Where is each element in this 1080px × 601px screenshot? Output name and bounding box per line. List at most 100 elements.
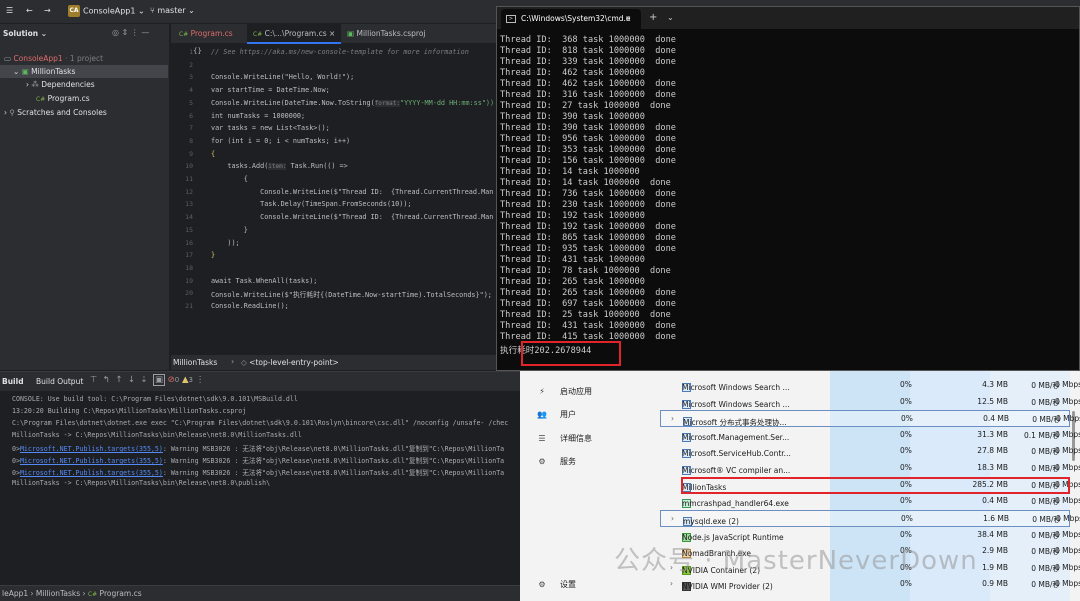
line-number: 1 — [189, 48, 193, 56]
chevron-down-icon: ⌄ — [13, 67, 20, 76]
filter-icon[interactable]: ⊤ — [90, 375, 97, 385]
minimize-icon[interactable]: — — [141, 28, 149, 37]
process-row[interactable]: Microsoft.Management.Ser... 0% 31.3 MB 0… — [660, 427, 1080, 444]
services-icon: ⚙ — [538, 457, 546, 466]
process-row[interactable]: › Microsoft 分布式事务处理协... 0% 0.4 MB 0 MB/秒… — [660, 410, 1080, 427]
down-icon[interactable]: ↓ — [128, 375, 135, 385]
code-line: )); — [211, 238, 240, 247]
code-line: Console.WriteLine("Hello, World!"); — [211, 73, 355, 82]
tree-item-program-cs[interactable]: C# Program.cs — [0, 92, 168, 105]
collapse-icon[interactable]: ⇕ — [122, 28, 129, 37]
warning-link[interactable]: Microsoft.NET.Publish.targets(355,5) — [20, 469, 163, 477]
process-row[interactable]: mmcrashpad_handler64.exe 0% 0.4 MB 0 MB/… — [660, 493, 1080, 510]
stop-icon[interactable]: ▣ — [152, 374, 165, 386]
parameter-hint: format: — [374, 99, 400, 107]
cmd-title-bar: > C:\Windows\System32\cmd.e × + ⌄ — [497, 7, 1079, 29]
csharp-file-icon: C# — [179, 31, 189, 38]
console-line: Thread ID: 353 task 1000000 done — [500, 145, 676, 155]
chevron-down-icon[interactable]: ⌄ — [667, 13, 674, 22]
console-line: Thread ID: 27 task 1000000 done — [500, 101, 671, 111]
code-line: { — [211, 149, 216, 158]
build-output[interactable]: CONSOLE: Use build tool: C:\Program File… — [0, 391, 520, 585]
solution-header[interactable]: Solution ⌄ — [3, 29, 47, 38]
locate-icon[interactable]: ◎ — [112, 28, 119, 37]
process-row[interactable]: Microsoft® VC compiler an... 0% 18.3 MB … — [660, 460, 1080, 477]
solution-toolbar: ◎ ⇕ ⋮ — — [112, 28, 149, 37]
chevron-right-icon[interactable]: › — [671, 414, 674, 423]
console-line: Thread ID: 316 task 1000000 done — [500, 90, 676, 100]
back-arrow-icon[interactable]: ← — [26, 6, 33, 15]
error-icon[interactable]: ⊘ — [168, 375, 175, 385]
console-line: Thread ID: 390 task 1000000 — [500, 112, 645, 122]
warning-link[interactable]: Microsoft.NET.Publish.targets(355,5) — [20, 445, 163, 453]
build-toolbar: ⊤ ↰ ↑ ↓ ⇣ ▣ ⊘0 ▲3 ⋮ — [90, 374, 205, 386]
csharp-file-icon: C# — [36, 96, 46, 103]
chevron-right-icon[interactable]: › — [670, 579, 673, 588]
cmd-window[interactable]: > C:\Windows\System32\cmd.e × + ⌄ Thread… — [496, 6, 1080, 371]
nav-startup-apps[interactable]: ⚡ 启动应用 — [534, 386, 592, 397]
scroll-icon[interactable]: ⇣ — [140, 375, 147, 385]
code-line: Console.WriteLine($"Thread ID: {Thread.C… — [211, 213, 494, 222]
nav-services[interactable]: ⚙ 服务 — [534, 456, 576, 467]
more-icon[interactable]: ⋮ — [196, 375, 205, 385]
close-icon[interactable]: × — [625, 9, 631, 29]
line-number: 14 — [185, 213, 193, 222]
tab-program-cs[interactable]: C# Program.cs — [173, 24, 239, 44]
nav-details[interactable]: ☰ 详细信息 — [534, 433, 592, 444]
line-number: 15 — [185, 225, 193, 234]
breadcrumb-entry[interactable]: ◇ <top-level-entry-point> — [241, 358, 339, 367]
console-line: Thread ID: 14 task 1000000 done — [500, 178, 671, 188]
line-number: 13 — [185, 200, 193, 209]
build-warning-line: 0>Microsoft.NET.Publish.targets(355,5): … — [12, 469, 505, 477]
tree-item-milliontasks[interactable]: ⌄ ▣ MillionTasks — [0, 65, 168, 78]
console-line: Thread ID: 192 task 1000000 — [500, 211, 645, 221]
forward-arrow-icon[interactable]: → — [44, 6, 51, 15]
tree-item-dependencies[interactable]: › ⁂ Dependencies — [0, 78, 168, 91]
console-line: Thread ID: 25 task 1000000 done — [500, 310, 671, 320]
process-row[interactable]: Microsoft Windows Search ... 0% 12.5 MB … — [660, 394, 1080, 411]
nav-users[interactable]: 👥 用户 — [534, 409, 576, 420]
console-line: Thread ID: 265 task 1000000 done — [500, 288, 676, 298]
tab-build-output[interactable]: Build Output — [36, 377, 83, 386]
settings-icon[interactable]: ⋮ — [131, 28, 139, 37]
build-title[interactable]: Build — [2, 377, 24, 386]
status-path[interactable]: leApp1 › MillionTasks › C# Program.cs — [2, 589, 142, 598]
console-line: Thread ID: 265 task 1000000 — [500, 277, 645, 287]
wrap-icon[interactable]: ↰ — [103, 375, 110, 385]
line-number: 16 — [185, 238, 193, 247]
console-line: Thread ID: 865 task 1000000 done — [500, 233, 676, 243]
code-line: int numTasks = 1000000; — [211, 111, 306, 120]
line-number: 6 — [189, 111, 193, 120]
gear-icon: ⚙ — [538, 580, 546, 589]
code-editor[interactable]: 1 2 3 4 5 6 7 8 9 10 11 12 13 14 15 16 1… — [171, 44, 498, 354]
project-selector[interactable]: CA ConsoleApp1 ⌄ — [68, 5, 145, 17]
tab-csproj[interactable]: ▣ MillionTasks.csproj — [341, 24, 432, 44]
process-row[interactable]: Microsoft Windows Search ... 0% 4.3 MB 0… — [660, 377, 1080, 394]
console-line: Thread ID: 339 task 1000000 done — [500, 57, 676, 67]
warning-link[interactable]: Microsoft.NET.Publish.targets(355,5) — [20, 457, 163, 465]
menu-icon[interactable]: ☰ — [6, 6, 13, 15]
project-icon: ▣ — [21, 67, 29, 76]
editor-tabs: C# Program.cs C# C:\...\Program.cs × ▣ M… — [171, 24, 498, 44]
process-row[interactable]: Microsoft.ServiceHub.Contr... 0% 27.8 MB… — [660, 443, 1080, 460]
tree-item-scratches[interactable]: › ⚲ Scratches and Consoles — [0, 106, 168, 119]
process-row[interactable]: › mysqld.exe (2) 0% 1.6 MB 0 MB/秒 0 Mbps — [660, 510, 1080, 527]
console-line: Thread ID: 368 task 1000000 done — [500, 35, 676, 45]
cmd-tab[interactable]: > C:\Windows\System32\cmd.e × — [501, 9, 641, 29]
csproj-file-icon: ▣ — [347, 29, 355, 38]
build-line: C:\Program Files\dotnet\dotnet.exe exec … — [12, 419, 509, 427]
new-tab-icon[interactable]: + — [649, 12, 657, 23]
up-icon[interactable]: ↑ — [115, 375, 122, 385]
process-row[interactable]: › NVIDIA WMI Provider (2) 0% 0.9 MB 0 MB… — [660, 576, 1080, 593]
nav-settings[interactable]: ⚙ 设置 — [534, 579, 576, 590]
code-line: await Task.WhenAll(tasks); — [211, 276, 318, 285]
code-line: Console.WriteLine($"Thread ID: {Thread.C… — [211, 187, 494, 196]
chevron-right-icon[interactable]: › — [671, 514, 674, 523]
close-icon[interactable]: × — [329, 29, 335, 38]
console-line: Thread ID: 462 task 1000000 done — [500, 79, 676, 89]
tab-program-cs-full[interactable]: C# C:\...\Program.cs × — [247, 24, 342, 44]
line-number: 4 — [189, 86, 193, 95]
branch-selector[interactable]: ⑂ master ⌄ — [150, 6, 195, 15]
tree-item-solution[interactable]: ▭ ConsoleApp1 · 1 project — [0, 52, 168, 65]
breadcrumb-project[interactable]: MillionTasks — [173, 358, 217, 367]
